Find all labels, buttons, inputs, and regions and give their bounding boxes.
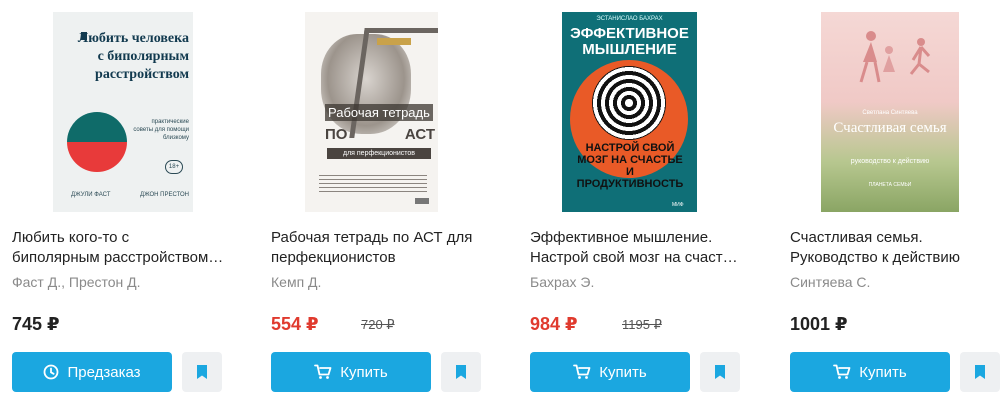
- product-title-line: Счастливая семья.: [790, 229, 923, 246]
- book-cover-image: Рабочая тетрадь ПО АСТ для перфекционист…: [305, 12, 438, 212]
- product-title-link[interactable]: Счастливая семья. Руководство к действию: [790, 228, 1008, 268]
- cover-title: ЭФФЕКТИВНОЕ МЫШЛЕНИЕ: [570, 25, 689, 58]
- cover-tag-graphic: [377, 38, 411, 45]
- publisher-logo-icon: [415, 198, 429, 204]
- product-card: Рабочая тетрадь ПО АСТ для перфекционист…: [271, 0, 501, 410]
- preorder-button-label: Предзаказ: [67, 363, 141, 381]
- bookmark-button[interactable]: [700, 352, 740, 392]
- cover-title: Рабочая тетрадь: [325, 104, 433, 121]
- bookmark-button[interactable]: [960, 352, 1000, 392]
- buy-button[interactable]: Купить: [790, 352, 950, 392]
- cart-icon: [833, 364, 851, 380]
- cover-subtitle: НАСТРОЙ СВОЙ МОЗГ НА СЧАСТЬЕ И ПРОДУКТИВ…: [576, 142, 684, 190]
- product-author[interactable]: Фаст Д., Престон Д.: [12, 274, 141, 290]
- product-title-line: биполярным расстройством…: [12, 249, 224, 266]
- product-cover-link[interactable]: Светлана Синтяева Счастливая семья руков…: [790, 12, 1008, 212]
- product-title-line: Настрой свой мозг на счаст…: [530, 249, 738, 266]
- cover-title-part: АСТ: [404, 126, 435, 143]
- cover-subtitle: для перфекционистов: [327, 148, 431, 159]
- cover-spiral-graphic: [592, 66, 666, 140]
- cover-description-graphic: [319, 172, 427, 194]
- product-title-line: Эффективное мышление.: [530, 229, 713, 246]
- preorder-button[interactable]: Предзаказ: [12, 352, 172, 392]
- product-old-price: 720 ₽: [361, 317, 395, 332]
- product-title-line: Руководство к действию: [790, 249, 960, 266]
- product-title-link[interactable]: Эффективное мышление. Настрой свой мозг …: [530, 228, 750, 268]
- product-price: 1001 ₽: [790, 314, 848, 334]
- product-price: 984 ₽: [530, 314, 578, 334]
- bookmark-icon: [196, 364, 208, 380]
- product-title-link[interactable]: Любить кого-то с биполярным расстройство…: [12, 228, 232, 268]
- product-cover-link[interactable]: Рабочая тетрадь ПО АСТ для перфекционист…: [271, 12, 501, 212]
- product-title-line: Любить кого-то с: [12, 229, 130, 246]
- bookmark-button[interactable]: [441, 352, 481, 392]
- product-author[interactable]: Синтяева С.: [790, 274, 870, 290]
- cover-author: ЭСТАНИСЛАО БАХРАХ: [596, 16, 663, 22]
- product-cover-link[interactable]: ЭСТАНИСЛАО БАХРАХ ЭФФЕКТИВНОЕ МЫШЛЕНИЕ Н…: [530, 12, 760, 212]
- product-title-line: перфекционистов: [271, 249, 396, 266]
- product-author[interactable]: Кемп Д.: [271, 274, 321, 290]
- cart-icon: [314, 364, 332, 380]
- product-author[interactable]: Бахрах Э.: [530, 274, 594, 290]
- product-price: 554 ₽: [271, 314, 319, 334]
- cover-author-right: ДЖОН ПРЕСТОН: [140, 192, 189, 198]
- cover-authors: ДЖУЛИ ФАСТ ДЖОН ПРЕСТОН: [71, 192, 189, 198]
- product-title-link[interactable]: Рабочая тетрадь по АСТ для перфекционист…: [271, 228, 491, 268]
- buy-button[interactable]: Купить: [271, 352, 431, 392]
- cover-title-part: ПО: [325, 126, 348, 143]
- cover-series: ПЛАНЕТА СЕМЬИ: [868, 182, 912, 188]
- publisher-logo: МИФ: [672, 202, 684, 208]
- cart-icon: [573, 364, 591, 380]
- bookmark-icon: [714, 364, 726, 380]
- cover-family-graphic: [859, 31, 931, 83]
- buy-button-label: Купить: [599, 363, 647, 381]
- clock-icon: [43, 364, 59, 380]
- book-cover-image: Любить человека с биполярным расстройств…: [53, 12, 193, 212]
- age-rating-badge: 18+: [165, 160, 183, 174]
- cover-title: Счастливая семья: [833, 120, 947, 136]
- cover-subtitle: практические советы для помощи близкому: [133, 119, 189, 141]
- product-card: Светлана Синтяева Счастливая семья руков…: [790, 0, 1008, 410]
- buy-button-label: Купить: [859, 363, 907, 381]
- cover-author: Светлана Синтяева: [862, 110, 918, 116]
- product-price: 745 ₽: [12, 314, 60, 334]
- cover-title: Любить человека с биполярным расстройств…: [77, 31, 189, 82]
- product-cover-link[interactable]: Любить человека с биполярным расстройств…: [12, 12, 242, 212]
- cover-author-left: ДЖУЛИ ФАСТ: [71, 192, 111, 198]
- product-card: ЭСТАНИСЛАО БАХРАХ ЭФФЕКТИВНОЕ МЫШЛЕНИЕ Н…: [530, 0, 760, 410]
- bookmark-icon: [455, 364, 467, 380]
- product-old-price: 1195 ₽: [622, 317, 662, 332]
- cover-circle-graphic: [67, 112, 127, 172]
- buy-button-label: Купить: [340, 363, 388, 381]
- book-cover-image: ЭСТАНИСЛАО БАХРАХ ЭФФЕКТИВНОЕ МЫШЛЕНИЕ Н…: [562, 12, 697, 212]
- cover-subtitle: руководство к действию: [850, 158, 930, 165]
- cover-title-row: ПО АСТ: [325, 126, 435, 143]
- bookmark-button[interactable]: [182, 352, 222, 392]
- bookmark-icon: [974, 364, 986, 380]
- buy-button[interactable]: Купить: [530, 352, 690, 392]
- product-title-line: Рабочая тетрадь по АСТ для: [271, 229, 473, 246]
- book-cover-image: Светлана Синтяева Счастливая семья руков…: [821, 12, 959, 212]
- product-card: Любить человека с биполярным расстройств…: [12, 0, 242, 410]
